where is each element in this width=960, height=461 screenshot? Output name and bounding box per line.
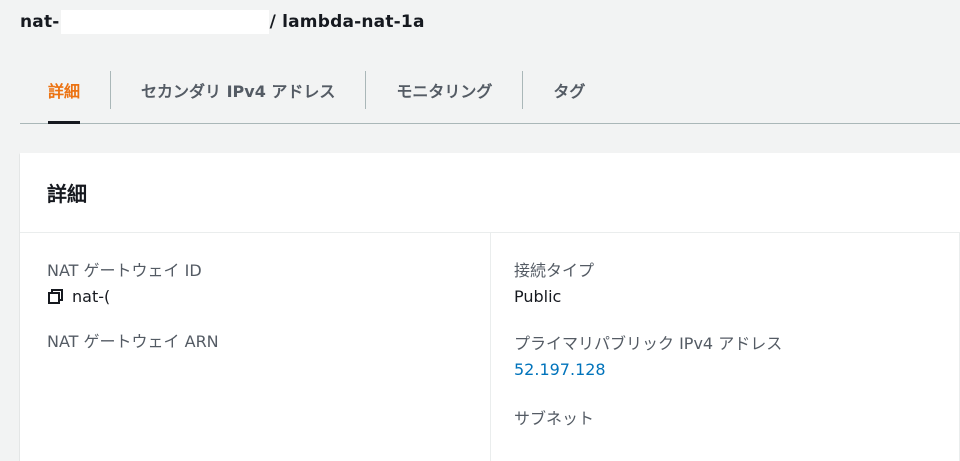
title-prefix: nat- bbox=[20, 12, 60, 32]
details-left-column: NAT ゲートウェイ ID nat-( NAT ゲートウェイ ARN bbox=[47, 233, 487, 352]
nat-gateway-id-value: nat-( bbox=[47, 287, 487, 306]
tab-tags[interactable]: タグ bbox=[553, 57, 585, 123]
tab-secondary-ipv4[interactable]: セカンダリ IPv4 アドレス bbox=[141, 57, 335, 123]
tab-monitoring[interactable]: モニタリング bbox=[396, 57, 492, 123]
redacted-block bbox=[60, 10, 269, 34]
tab-details[interactable]: 詳細 bbox=[48, 57, 81, 124]
copy-icon[interactable] bbox=[47, 288, 64, 305]
subnet-label: サブネット bbox=[514, 409, 595, 428]
details-right-column: 接続タイプ Public プライマリパブリック IPv4 アドレス 52.197… bbox=[490, 233, 960, 461]
tab-secondary-ipv4-label: セカンダリ IPv4 アドレス bbox=[141, 82, 336, 101]
nat-gateway-id-text: nat-( bbox=[72, 287, 111, 306]
tab-bar: 詳細 セカンダリ IPv4 アドレス モニタリング タグ bbox=[20, 57, 960, 124]
tab-monitoring-label: モニタリング bbox=[396, 82, 493, 101]
panel-title: 詳細 bbox=[20, 153, 960, 233]
page: nat- / lambda-nat-1a 詳細 セカンダリ IPv4 アドレス モ… bbox=[0, 0, 960, 461]
connection-type-label: 接続タイプ bbox=[514, 261, 595, 280]
nat-gateway-id-label: NAT ゲートウェイ ID bbox=[47, 261, 202, 280]
primary-public-ipv4-label: プライマリパブリック IPv4 アドレス bbox=[514, 334, 783, 353]
nat-gateway-arn-label: NAT ゲートウェイ ARN bbox=[47, 332, 219, 351]
details-panel: 詳細 NAT ゲートウェイ ID nat-( NAT ゲートウェイ ARN 接続… bbox=[20, 153, 960, 461]
tab-separator bbox=[522, 71, 524, 109]
tab-separator bbox=[110, 71, 112, 109]
title-suffix: / lambda-nat-1a bbox=[269, 12, 425, 32]
primary-public-ipv4-link[interactable]: 52.197.128 bbox=[514, 360, 960, 379]
page-title: nat- / lambda-nat-1a bbox=[20, 10, 425, 34]
tab-tags-label: タグ bbox=[553, 82, 586, 101]
tab-details-label: 詳細 bbox=[48, 82, 81, 101]
connection-type-value: Public bbox=[514, 287, 562, 306]
tab-separator bbox=[365, 71, 367, 109]
